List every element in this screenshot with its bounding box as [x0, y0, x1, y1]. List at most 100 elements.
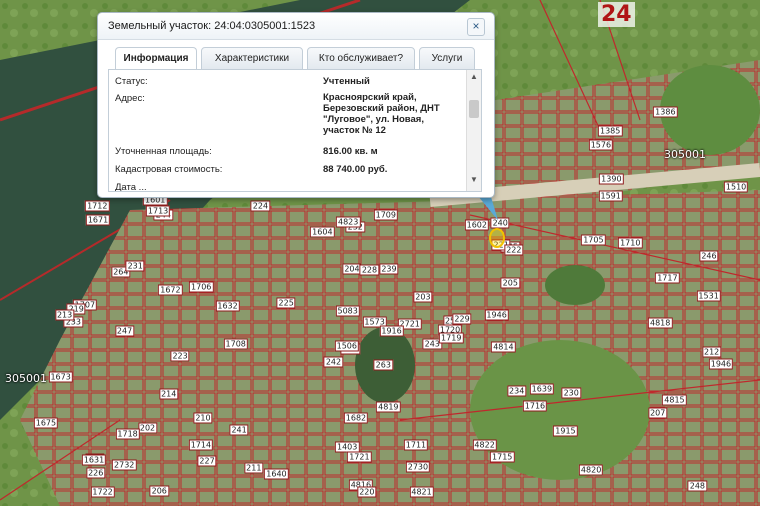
date-label: Дата ... — [115, 182, 147, 192]
quarter-label-west: 305001 — [5, 372, 47, 385]
parcel-number-label[interactable]: 241 — [229, 424, 249, 436]
parcel-number-label[interactable]: 4818 — [647, 317, 673, 329]
parcel-number-label[interactable]: 228 — [359, 264, 380, 276]
parcel-number-label[interactable]: 1632 — [215, 300, 240, 312]
parcel-number-label[interactable]: 1946 — [708, 358, 734, 370]
parcel-number-label[interactable]: 1713 — [145, 205, 171, 217]
parcel-number-label[interactable]: 239 — [379, 263, 399, 275]
parcel-number-label[interactable]: 5083 — [335, 305, 360, 317]
parcel-number-label[interactable]: 1714 — [188, 439, 214, 451]
quarter-label-east: 305001 — [664, 148, 706, 161]
parcel-number-label[interactable]: 4815 — [662, 394, 687, 406]
parcel-number-label[interactable]: 1531 — [696, 290, 721, 302]
parcel-number-label[interactable]: 210 — [193, 412, 213, 424]
parcel-number-label[interactable]: 1718 — [115, 428, 140, 440]
parcel-number-label[interactable]: 1722 — [90, 486, 115, 498]
parcel-number-label[interactable]: 1602 — [464, 219, 489, 231]
parcel-number-label[interactable]: 1675 — [33, 417, 59, 429]
parcel-number-label[interactable]: 204 — [342, 263, 362, 275]
parcel-number-label[interactable]: 225 — [276, 297, 296, 309]
parcel-number-label[interactable]: 211 — [244, 462, 264, 474]
parcel-number-label[interactable]: 4814 — [491, 341, 516, 353]
parcel-number-label[interactable]: 2732 — [112, 459, 137, 471]
parcel-number-label[interactable]: 1916 — [379, 325, 404, 337]
tab-who-serves[interactable]: Кто обслуживает? — [307, 47, 415, 70]
parcel-number-label[interactable]: 247 — [114, 325, 135, 337]
scroll-thumb[interactable] — [469, 100, 479, 118]
parcel-number-label[interactable]: 1671 — [85, 214, 111, 226]
parcel-number-label[interactable]: 214 — [159, 388, 179, 400]
parcel-number-label[interactable]: 1715 — [490, 451, 515, 463]
parcel-number-label[interactable]: 1682 — [343, 412, 369, 424]
panel-scrollbar[interactable]: ▲ ▼ — [466, 70, 481, 191]
parcel-number-label[interactable]: 1716 — [522, 400, 548, 412]
parcel-number-label[interactable]: 1591 — [598, 190, 623, 202]
parcel-number-label[interactable]: 202 — [137, 422, 158, 434]
parcel-number-label[interactable]: 4820 — [578, 464, 604, 476]
parcel-number-label[interactable]: 1639 — [529, 383, 555, 395]
selected-parcel-marker[interactable] — [489, 228, 505, 248]
parcel-number-label[interactable]: 263 — [373, 359, 393, 371]
parcel-number-label[interactable]: 227 — [197, 455, 217, 467]
tab-services[interactable]: Услуги — [419, 47, 475, 70]
parcel-number-label[interactable]: 234 — [507, 385, 527, 397]
parcel-number-label[interactable]: 1915 — [553, 425, 578, 437]
parcel-number-label[interactable]: 229 — [452, 313, 472, 324]
parcel-number-label[interactable]: 223 — [170, 350, 190, 362]
parcel-number-label[interactable]: 1385 — [597, 125, 623, 137]
tab-information[interactable]: Информация — [115, 47, 197, 71]
close-icon[interactable]: × — [467, 18, 485, 36]
parcel-number-label[interactable]: 1576 — [588, 139, 614, 151]
parcel-number-label[interactable]: 1640 — [264, 468, 289, 480]
parcel-number-label[interactable]: 206 — [149, 485, 169, 497]
parcel-number-label[interactable]: 1631 — [81, 454, 107, 466]
parcel-number-label[interactable]: 1510 — [723, 181, 749, 193]
parcel-number-label[interactable]: 1386 — [653, 106, 678, 118]
parcel-number-label[interactable]: 1604 — [310, 226, 335, 238]
parcel-number-label[interactable]: 242 — [323, 356, 344, 368]
parcel-number-label[interactable]: 231 — [125, 260, 145, 272]
status-value: Учтенный — [323, 76, 370, 87]
parcel-number-label[interactable]: 207 — [648, 407, 668, 419]
parcel-number-label[interactable]: 1712 — [85, 200, 110, 212]
parcel-number-label[interactable]: 1506 — [334, 340, 359, 352]
grove — [545, 265, 605, 305]
parcel-number-label[interactable]: 220 — [357, 486, 377, 498]
parcel-number-label[interactable]: 1711 — [403, 439, 429, 451]
parcel-number-label[interactable]: 230 — [561, 387, 581, 399]
parcel-number-label[interactable]: 1672 — [158, 284, 183, 296]
parcel-number-label[interactable]: 1708 — [223, 338, 248, 350]
parcel-number-label[interactable]: 4823 — [335, 216, 361, 228]
parcel-number-label[interactable]: 248 — [687, 480, 708, 492]
parcel-number-label[interactable]: 246 — [699, 250, 719, 262]
parcel-number-label[interactable]: 1721 — [347, 451, 372, 463]
parcel-number-label[interactable]: 1710 — [618, 237, 643, 249]
area-value: 816.00 кв. м — [323, 146, 378, 157]
parcel-number-label[interactable]: 2730 — [405, 461, 431, 473]
address-label: Адрес: — [115, 93, 145, 104]
parcel-number-label[interactable]: 1709 — [373, 209, 398, 221]
parcel-number-label[interactable]: 226 — [86, 467, 106, 479]
parcel-number-label[interactable]: 1946 — [484, 309, 509, 321]
parcel-number-label[interactable]: 212 — [702, 346, 722, 358]
parcel-number-label[interactable]: 213 — [54, 309, 75, 321]
parcel-number-label[interactable]: 4821 — [409, 486, 434, 498]
parcel-number-label[interactable]: 203 — [413, 291, 433, 303]
parcel-number-label[interactable]: 1673 — [48, 371, 73, 383]
parcel-number-label[interactable]: 1705 — [581, 234, 606, 246]
tab-characteristics[interactable]: Характеристики — [201, 47, 303, 70]
parcel-number-label[interactable]: 1719 — [439, 332, 464, 344]
info-panel[interactable]: Статус: Учтенный Адрес: Красноярский кра… — [108, 69, 482, 192]
scroll-up-icon[interactable]: ▲ — [469, 72, 479, 82]
parcel-number-label[interactable]: 224 — [250, 200, 271, 212]
scroll-down-icon[interactable]: ▼ — [469, 175, 479, 185]
address-value: Красноярский край, Березовский район, ДН… — [323, 92, 440, 136]
parcel-number-label[interactable]: 1717 — [655, 272, 680, 284]
parcel-number-label[interactable]: 4819 — [376, 401, 401, 413]
cadastral-value: 88 740.00 руб. — [323, 164, 388, 175]
parcel-number-label[interactable]: 205 — [500, 277, 520, 289]
parcel-number-label[interactable]: 4822 — [472, 439, 497, 451]
parcel-number-label[interactable]: 1706 — [189, 281, 214, 293]
parcel-number-label[interactable]: 222 — [504, 244, 524, 256]
parcel-number-label[interactable]: 1390 — [599, 173, 624, 185]
